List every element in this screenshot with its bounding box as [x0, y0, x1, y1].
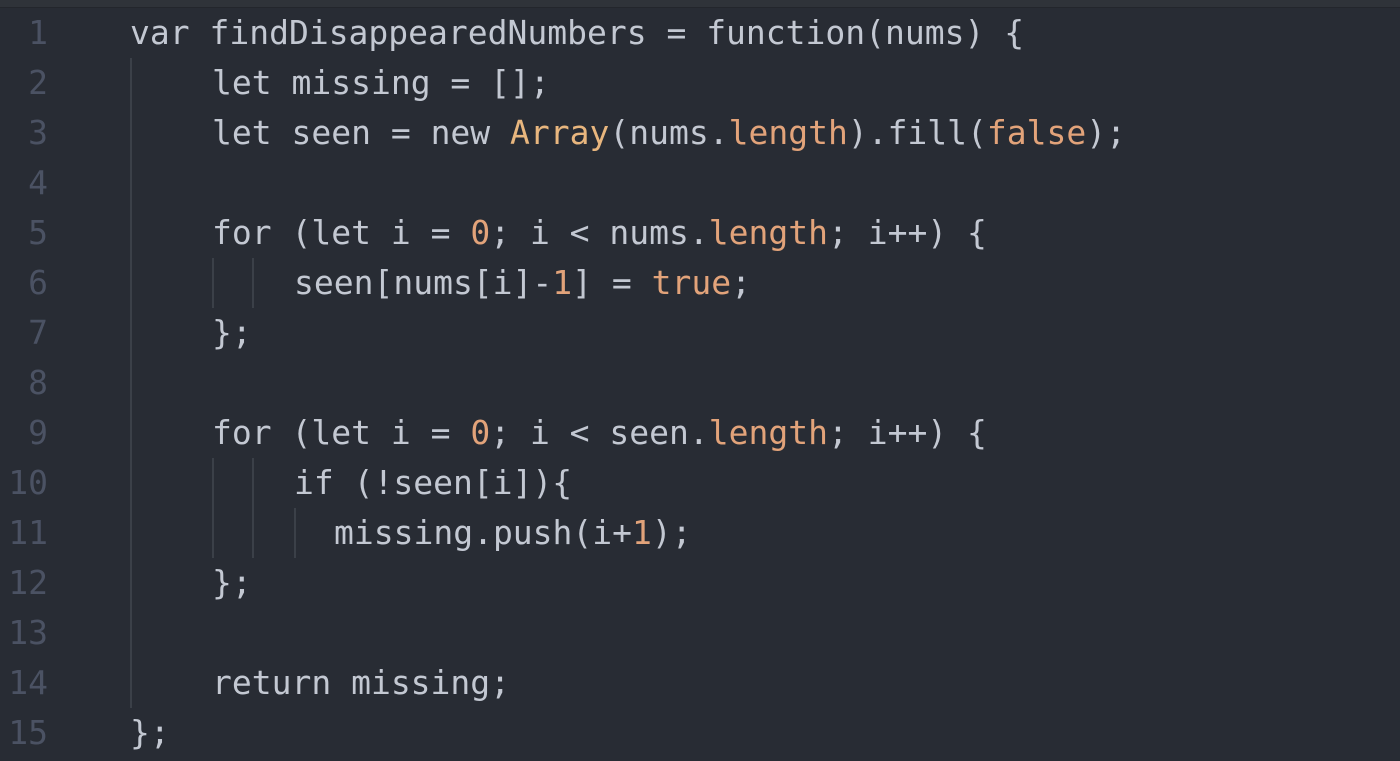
code-token: ; i < seen.: [490, 413, 709, 452]
code-token: var: [130, 13, 210, 52]
code-text[interactable]: let seen = new Array(nums.length).fill(f…: [212, 108, 1126, 158]
code-token: if: [294, 463, 354, 502]
code-token: ] =: [572, 263, 652, 302]
line-number: 10: [8, 463, 48, 502]
line-number: 11: [8, 513, 48, 552]
code-token: );: [1086, 113, 1126, 152]
code-token: (nums.: [609, 113, 729, 152]
code-text[interactable]: let missing = [];: [212, 58, 550, 108]
code-token: i =: [390, 413, 471, 452]
code-line[interactable]: 15};: [0, 708, 1400, 758]
code-token: };: [212, 313, 252, 352]
code-line[interactable]: 2 let missing = [];: [0, 58, 1400, 108]
code-token: findDisappearedNumbers: [209, 13, 647, 52]
code-line[interactable]: 8: [0, 358, 1400, 408]
code-text[interactable]: missing.push(i+1);: [334, 508, 692, 558]
code-text[interactable]: var findDisappearedNumbers = function(nu…: [130, 8, 1024, 58]
code-token: for: [212, 213, 292, 252]
code-token: ; i++) {: [827, 213, 987, 252]
line-number: 9: [28, 413, 48, 452]
code-token: ; i < nums.: [490, 213, 709, 252]
code-token: let: [311, 413, 391, 452]
code-text[interactable]: };: [212, 308, 252, 358]
line-number: 3: [28, 113, 48, 152]
line-number: 13: [8, 613, 48, 652]
code-token: missing.push(i+: [334, 513, 633, 552]
line-number: 14: [8, 663, 48, 702]
code-token: true: [651, 263, 732, 302]
code-token: (nums) {: [865, 13, 1025, 52]
code-token: Array: [510, 113, 610, 152]
code-token: let: [212, 63, 292, 102]
code-line[interactable]: 6 seen[nums[i]-1] = true;: [0, 258, 1400, 308]
editor-top-border: [0, 0, 1400, 8]
code-token: ;: [731, 263, 751, 302]
code-token: missing = [];: [291, 63, 550, 102]
code-line[interactable]: 14 return missing;: [0, 658, 1400, 708]
code-text[interactable]: };: [130, 708, 170, 758]
code-token: false: [986, 113, 1087, 152]
code-token: 0: [470, 213, 491, 252]
line-number: 4: [28, 163, 48, 202]
code-line[interactable]: 7};: [0, 308, 1400, 358]
code-line[interactable]: 13: [0, 608, 1400, 658]
code-token: return: [212, 663, 352, 702]
line-number: 5: [28, 213, 48, 252]
code-line[interactable]: 11 missing.push(i+1);: [0, 508, 1400, 558]
code-token: let: [311, 213, 391, 252]
line-number: 2: [28, 63, 48, 102]
code-token: length: [708, 213, 828, 252]
line-number: 1: [28, 13, 48, 52]
code-token: let: [212, 113, 292, 152]
code-text[interactable]: for (let i = 0; i < nums.length; i++) {: [212, 208, 987, 258]
code-token: );: [651, 513, 692, 552]
code-token: (: [291, 413, 312, 452]
code-token: ).fill(: [847, 113, 987, 152]
code-token: length: [728, 113, 848, 152]
code-text[interactable]: return missing;: [212, 658, 510, 708]
code-text[interactable]: };: [212, 558, 252, 608]
code-line[interactable]: 9 for (let i = 0; i < seen.length; i++) {: [0, 408, 1400, 458]
code-token: (: [291, 213, 312, 252]
code-token: length: [708, 413, 828, 452]
code-token: ; i++) {: [827, 413, 987, 452]
code-token: =: [646, 13, 707, 52]
code-line[interactable]: 10 if (!seen[i]){: [0, 458, 1400, 508]
code-line[interactable]: 12};: [0, 558, 1400, 608]
code-text[interactable]: for (let i = 0; i < seen.length; i++) {: [212, 408, 987, 458]
code-token: 0: [470, 413, 491, 452]
line-number: 15: [8, 713, 48, 752]
code-token: i =: [390, 213, 471, 252]
code-line[interactable]: 4: [0, 158, 1400, 208]
code-line[interactable]: 3 let seen = new Array(nums.length).fill(…: [0, 108, 1400, 158]
code-token: for: [212, 413, 292, 452]
line-number: 6: [28, 263, 48, 302]
code-token: 1: [552, 263, 573, 302]
code-token: seen[nums[i]-: [294, 263, 553, 302]
code-token: };: [212, 563, 252, 602]
code-editor[interactable]: 1 var findDisappearedNumbers = function(n…: [0, 0, 1400, 761]
code-token: 1: [632, 513, 652, 552]
line-number: 8: [28, 363, 48, 402]
code-token: seen =: [291, 113, 431, 152]
code-text[interactable]: if (!seen[i]){: [294, 458, 572, 508]
line-number: 12: [8, 563, 48, 602]
code-token: (!seen[i]){: [353, 463, 573, 502]
code-line[interactable]: 5 for (let i = 0; i < nums.length; i++) {: [0, 208, 1400, 258]
line-number: 7: [28, 313, 48, 352]
code-text[interactable]: seen[nums[i]-1] = true;: [294, 258, 751, 308]
code-line[interactable]: 1 var findDisappearedNumbers = function(n…: [0, 8, 1400, 58]
code-token: missing;: [351, 663, 511, 702]
code-token: };: [130, 713, 170, 752]
code-token: new: [430, 113, 511, 152]
code-token: function: [706, 13, 866, 52]
